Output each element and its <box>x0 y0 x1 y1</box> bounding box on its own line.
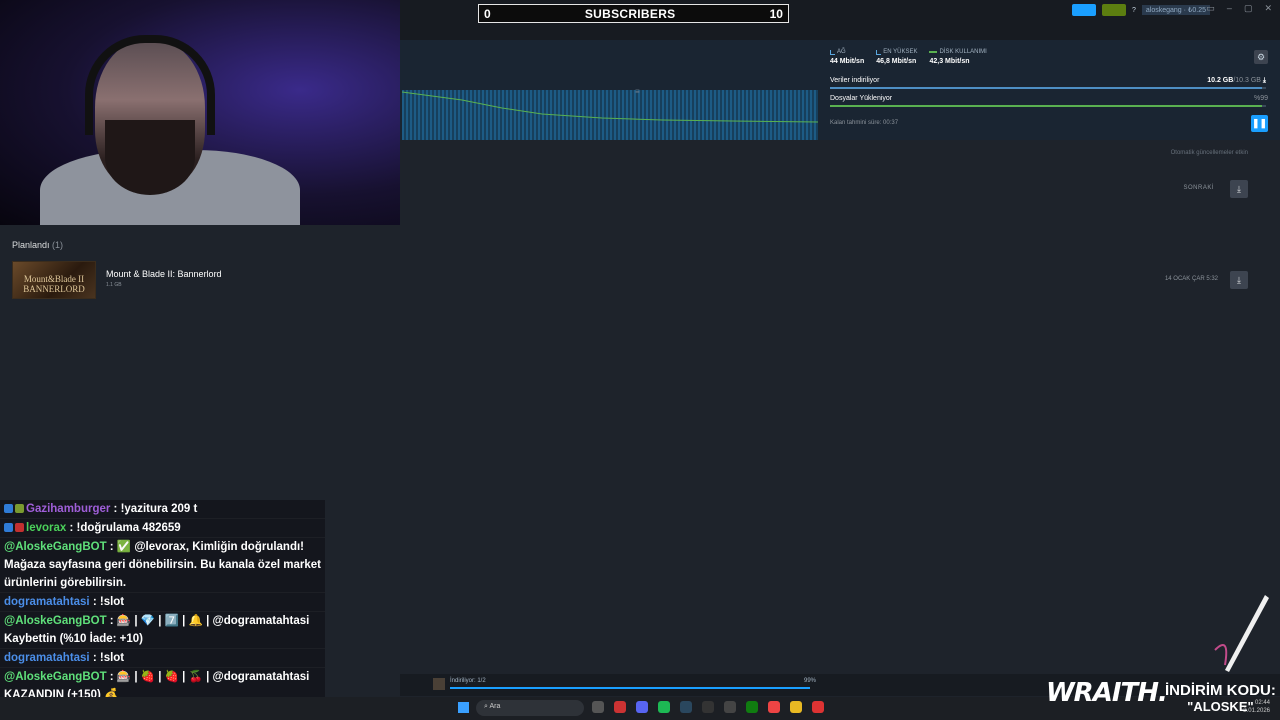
download-status-label: İndiriliyor: 1/2 <box>450 678 486 684</box>
taskbar-apps <box>592 701 824 713</box>
chrome-icon[interactable] <box>768 701 780 713</box>
stat-peak: EN YÜKSEK 46,8 Mbit/sn <box>876 49 918 65</box>
game-title[interactable]: Mount & Blade II: Bannerlord <box>106 269 222 279</box>
taskview-icon[interactable] <box>592 701 604 713</box>
auto-updates-text: Otomatik güncellemeler etkin <box>1170 150 1248 156</box>
chat-message: Gazihamburger : !yazitura 209 t <box>0 500 325 519</box>
sponsor-logo: WRAITH. <box>1046 678 1168 708</box>
help-icon[interactable]: ? <box>1132 7 1136 14</box>
folder-icon[interactable] <box>790 701 802 713</box>
stat-network: AĞ 44 Mbit/sn <box>830 49 865 65</box>
next-label: SONRAKİ <box>1183 185 1214 191</box>
download-panel: ≡ AĞ 44 Mbit/sn EN YÜKSEK 46,8 Mbit/sn D… <box>400 40 1280 140</box>
steam-icon[interactable] <box>680 701 692 713</box>
xbox-icon[interactable] <box>746 701 758 713</box>
sponsor-slash-graphic <box>1214 595 1269 672</box>
account-menu[interactable]: aloskegang · ₺0.25 <box>1141 5 1210 15</box>
download-now-icon[interactable]: ⤓ <box>1230 271 1248 289</box>
spotify-icon[interactable] <box>658 701 670 713</box>
promo-code: İNDİRİM KODU: "ALOSKE" <box>1165 682 1276 715</box>
files-install-row: Dosyalar Yükleniyor %99 <box>830 95 1268 102</box>
bars-icon <box>830 49 835 55</box>
account-area: ? aloskegang · ₺0.25 <box>1071 3 1210 17</box>
chat-message: dogramatahtasi : !slot <box>0 593 325 612</box>
section-scheduled: Planlandı (1) <box>12 240 64 250</box>
data-download-row: Veriler indiriliyor 10.2 GB/10.3 GB ⤓ <box>830 77 1266 84</box>
webcam-feed <box>0 0 400 225</box>
files-progress-bar <box>830 105 1266 107</box>
minimize-icon[interactable]: – <box>1227 3 1232 14</box>
headset <box>85 35 215 135</box>
stream-chat: Gazihamburger : !yazitura 209 t levorax … <box>0 500 325 720</box>
game-mini-thumbnail <box>433 678 445 690</box>
bandwidth-graph <box>402 90 818 140</box>
obs-icon[interactable] <box>812 701 824 713</box>
line-icon <box>929 51 938 53</box>
download-icon[interactable]: ⤓ <box>1230 180 1248 198</box>
subscriber-goal-overlay: 0 SUBSCRIBERS 10 <box>478 4 789 23</box>
announcements-button[interactable] <box>1071 4 1096 16</box>
game-size: 1.1 GB <box>106 282 122 288</box>
chat-message: @AloskeGangBOT : ✅ @levorax, Kimliğin do… <box>0 538 325 593</box>
chat-message: dogramatahtasi : !slot <box>0 649 325 668</box>
notifications-button[interactable] <box>1101 4 1126 16</box>
gear-icon[interactable]: ⚙ <box>1254 50 1268 64</box>
graph-resize-handle[interactable]: ≡ <box>635 87 645 96</box>
chat-message: levorax : !doğrulama 482659 <box>0 519 325 538</box>
close-icon[interactable]: ✕ <box>1264 3 1272 14</box>
eta-text: Kalan tahmini süre: 00:37 <box>830 120 899 126</box>
windows-start-icon[interactable] <box>458 702 469 713</box>
download-stats: AĞ 44 Mbit/sn EN YÜKSEK 46,8 Mbit/sn DİS… <box>830 49 987 65</box>
scheduled-time: 14 OCAK ÇAR 5:32 <box>1164 276 1218 282</box>
chat-message: @AloskeGangBOT : 🎰 | 💎 | 7️⃣ | 🔔 | @dogr… <box>0 612 325 649</box>
maximize-icon[interactable]: ▢ <box>1244 3 1253 14</box>
window-controls: ▭ – ▢ ✕ <box>1206 3 1272 14</box>
discord-icon[interactable] <box>636 701 648 713</box>
stat-disk: DİSK KULLANIMI 42,3 Mbit/sn <box>929 49 987 65</box>
game-thumbnail[interactable]: Mount&Blade II BANNERLORD <box>12 261 96 299</box>
data-progress-bar <box>830 87 1266 89</box>
download-status-progress <box>450 687 811 689</box>
subscriber-start: 0 <box>484 6 491 21</box>
epic-icon[interactable] <box>702 701 714 713</box>
opera-icon[interactable] <box>614 701 626 713</box>
subscriber-title: SUBSCRIBERS <box>584 6 676 21</box>
subscriber-goal: 10 <box>769 6 783 21</box>
bigpicture-icon[interactable]: ▭ <box>1206 3 1215 14</box>
taskbar-search[interactable]: ⌕ Ara <box>476 700 584 716</box>
disk-usage-line <box>402 91 818 123</box>
pause-button[interactable]: ❚❚ <box>1251 115 1268 132</box>
bars-icon <box>876 49 882 55</box>
download-status-pct: 99% <box>804 678 817 684</box>
app-icon[interactable] <box>724 701 736 713</box>
